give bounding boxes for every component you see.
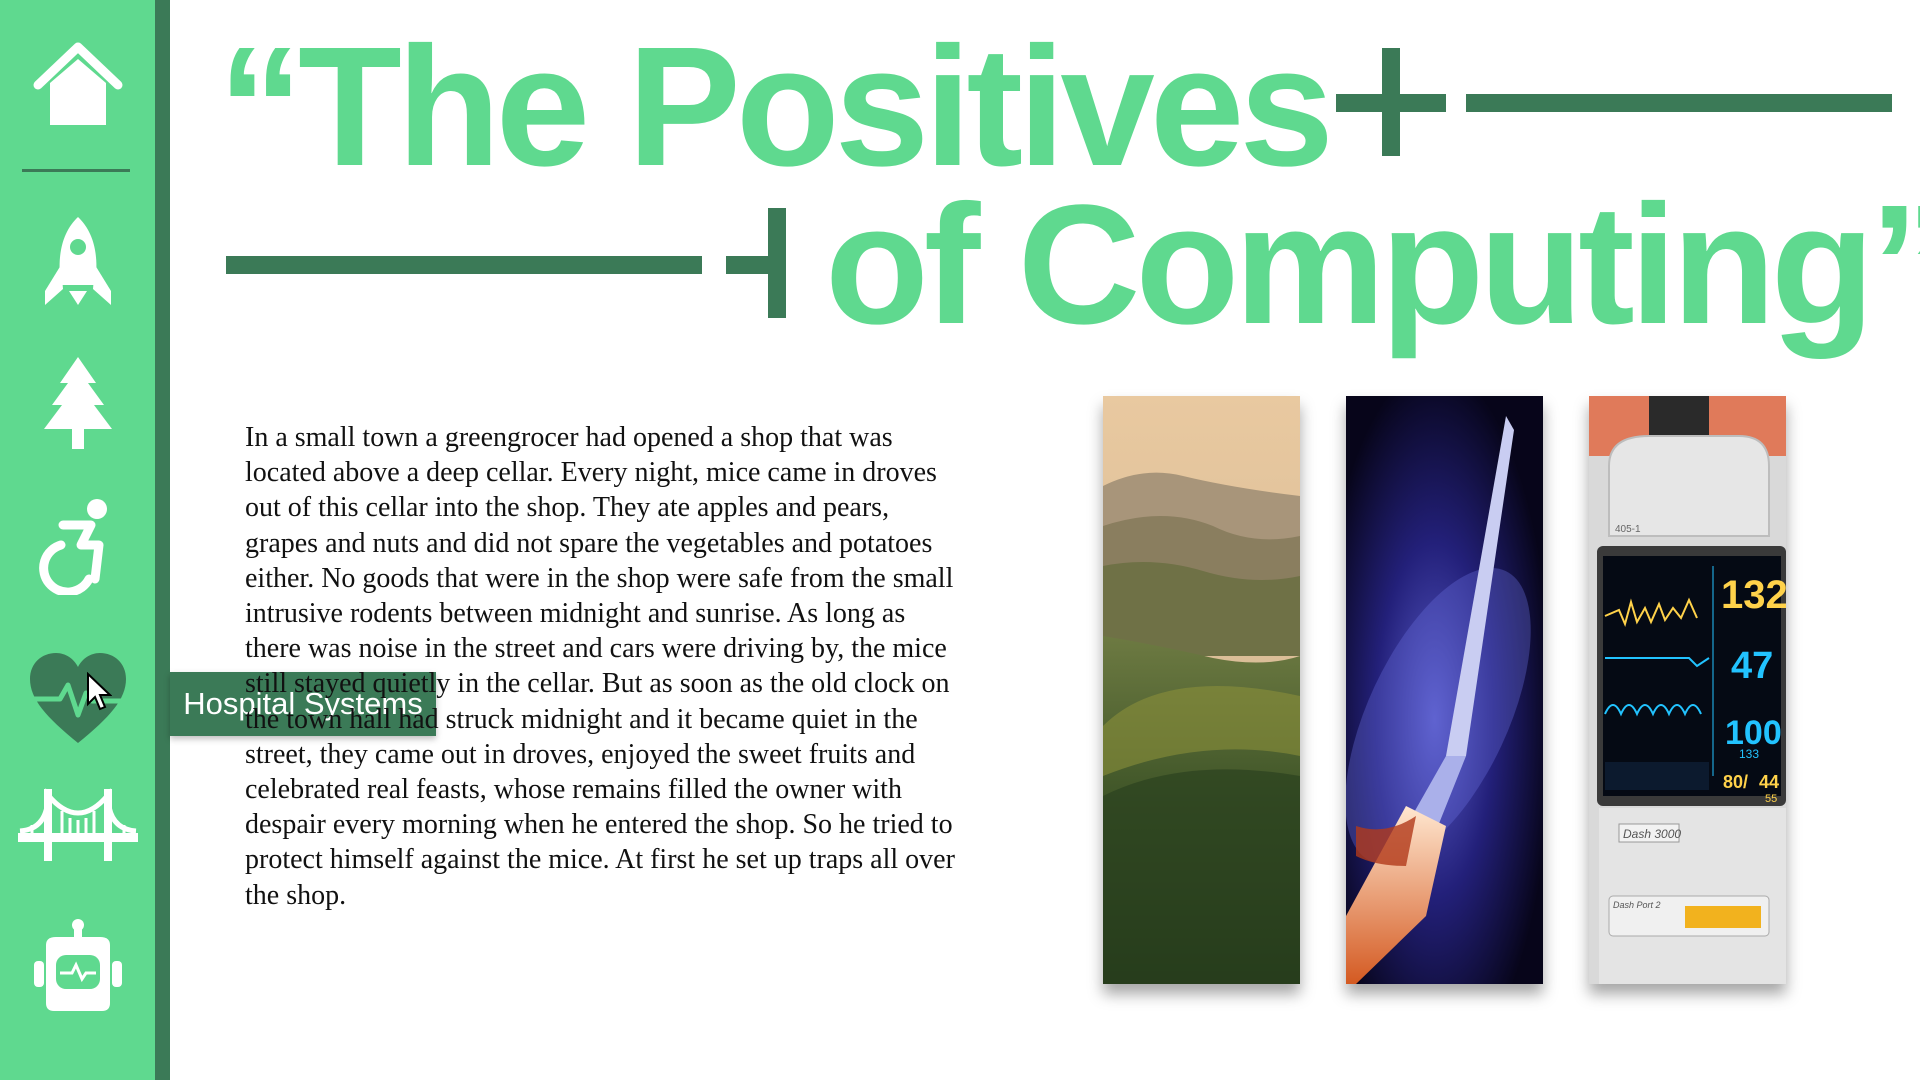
sidebar-item-hospital-systems[interactable] xyxy=(18,644,138,754)
sidebar-item-rocket[interactable] xyxy=(18,208,138,318)
robot-icon xyxy=(34,919,122,1011)
monitor-reading-resp: 47 xyxy=(1731,645,1773,687)
sidebar-item-accessibility[interactable] xyxy=(18,490,138,600)
tree-icon xyxy=(44,357,112,449)
monitor-sticker-label: Dash Port 2 xyxy=(1613,900,1661,910)
page-title-line-2: of Computing” xyxy=(825,170,1920,360)
monitor-reading-heart-rate: 132 xyxy=(1721,573,1786,617)
landscape-image xyxy=(1103,396,1300,984)
home-icon xyxy=(33,42,123,125)
rocket-launch-image xyxy=(1346,396,1543,984)
monitor-reading-bp: 80/ xyxy=(1723,772,1748,792)
sidebar-item-tree[interactable] xyxy=(18,348,138,458)
sidebar-item-home[interactable] xyxy=(18,30,138,140)
title-bracket-vertical xyxy=(768,208,786,318)
monitor-device-label: Dash 3000 xyxy=(1623,827,1681,841)
sidebar-item-robot[interactable] xyxy=(18,912,138,1022)
page-title-line-1: “The Positives xyxy=(218,12,1334,202)
title-rule-left xyxy=(226,256,702,274)
accessibility-icon xyxy=(39,499,107,595)
patient-monitor-image: 132 47 100 133 80/ 44 55 Dash 3000 405-1… xyxy=(1589,396,1786,984)
title-rule-right xyxy=(1466,94,1892,112)
title-plus-vertical xyxy=(1382,48,1400,156)
monitor-reading-small: 133 xyxy=(1739,747,1759,761)
monitor-tag-label: 405-1 xyxy=(1615,524,1641,535)
monitor-reading-bp-2: 44 xyxy=(1759,772,1779,792)
sidebar-edge xyxy=(155,0,170,1080)
bridge-icon xyxy=(18,788,138,861)
sidebar-item-bridge[interactable] xyxy=(18,770,138,880)
monitor-reading-bp-3: 55 xyxy=(1765,793,1777,805)
rocket-icon xyxy=(45,217,111,305)
body-paragraph: In a small town a greengrocer had opened… xyxy=(245,422,955,911)
heart-pulse-icon xyxy=(30,653,126,743)
mouse-cursor-icon xyxy=(87,672,112,711)
sidebar-divider xyxy=(22,169,130,172)
